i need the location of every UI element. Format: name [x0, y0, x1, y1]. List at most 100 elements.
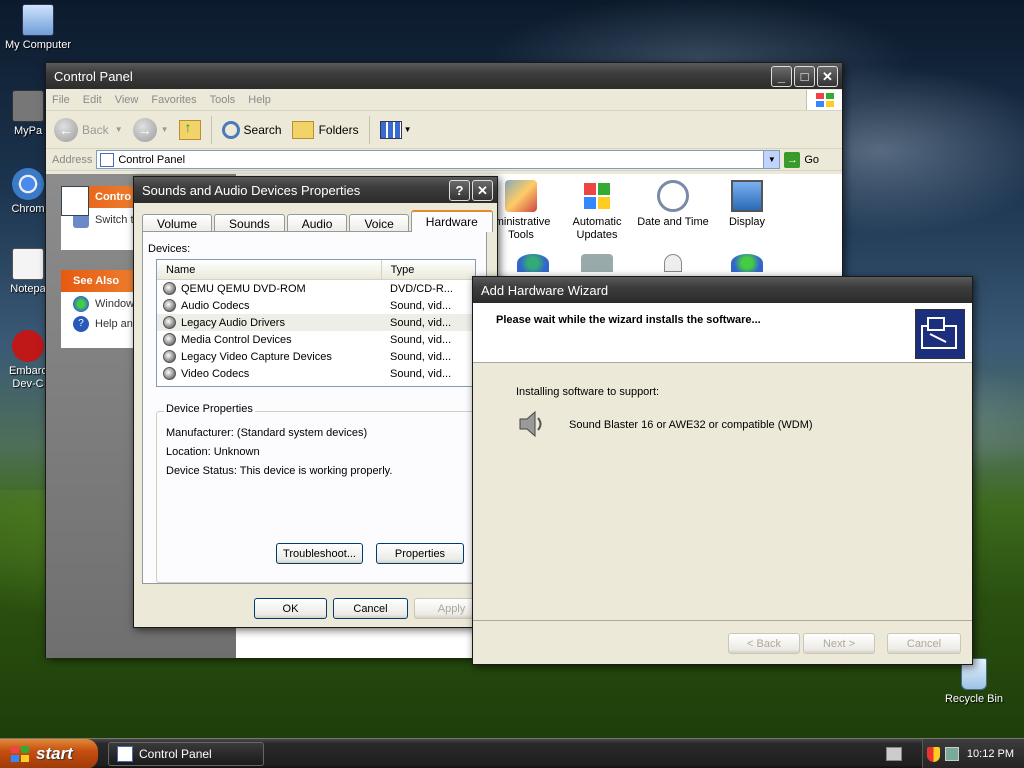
control-panel-task-icon: [117, 746, 133, 762]
menu-file[interactable]: File: [52, 94, 70, 106]
wizard-heading: Please wait while the wizard installs th…: [496, 314, 761, 326]
cp-icon-display[interactable]: Display: [712, 180, 782, 229]
folders-button[interactable]: Folders: [291, 120, 359, 139]
devices-label: Devices:: [148, 243, 191, 255]
speaker-device-icon: [163, 350, 176, 363]
forward-arrow-icon: →: [132, 117, 157, 142]
up-folder-icon: ↑: [178, 119, 201, 140]
clock-icon: [657, 180, 689, 212]
control-panel-title: Control Panel: [54, 68, 133, 84]
toolbar: ← Back ▼ → ▼ ↑ Search Folders ▼: [46, 111, 842, 149]
toolbar-separator: [368, 115, 370, 144]
taskbar-item-control-panel[interactable]: Control Panel: [108, 742, 264, 766]
add-hardware-wizard[interactable]: Add Hardware Wizard Please wait while th…: [472, 276, 973, 665]
device-row[interactable]: Media Control Devices Sound, vid...: [157, 331, 475, 348]
back-button[interactable]: < Back: [728, 633, 800, 654]
address-field[interactable]: Control Panel ▼: [96, 150, 781, 169]
system-tray: 10:12 PM: [922, 739, 1024, 768]
speaker-icon: [516, 408, 548, 440]
device-name: Sound Blaster 16 or AWE32 or compatible …: [569, 419, 813, 431]
views-icon: [379, 120, 402, 139]
administrative-tools-icon: [505, 180, 537, 212]
wizard-titlebar[interactable]: Add Hardware Wizard: [473, 277, 972, 303]
internet-options-icon: [731, 254, 763, 272]
control-panel-small-icon: [100, 152, 115, 167]
next-button[interactable]: Next >: [803, 633, 875, 654]
desktop-icon-my-computer[interactable]: My Computer: [0, 4, 76, 52]
tab-sounds[interactable]: Sounds: [214, 214, 285, 232]
manufacturer-text: Manufacturer: (Standard system devices): [166, 427, 368, 439]
toolbar-separator: [210, 115, 212, 144]
tab-hardware[interactable]: Hardware: [410, 210, 493, 232]
sounds-audio-dialog[interactable]: Sounds and Audio Devices Properties ? ✕ …: [133, 176, 498, 628]
control-panel-mini-icon: [61, 186, 89, 216]
security-shield-icon[interactable]: [926, 746, 940, 762]
device-row-selected[interactable]: Legacy Audio Drivers Sound, vid...: [157, 314, 475, 331]
menu-bar: File Edit View Favorites Tools Help: [46, 89, 842, 111]
troubleshoot-button[interactable]: Troubleshoot...: [276, 543, 363, 564]
minimize-button[interactable]: _: [771, 65, 792, 87]
menu-favorites[interactable]: Favorites: [151, 94, 196, 106]
column-name[interactable]: Name: [157, 260, 382, 279]
wizard-header: Please wait while the wizard installs th…: [473, 303, 972, 363]
network-tray-icon[interactable]: [944, 747, 959, 761]
location-text: Location: Unknown: [166, 446, 260, 458]
close-button[interactable]: ✕: [472, 179, 493, 201]
device-properties-title: Device Properties: [164, 403, 255, 415]
desktop-icon-recycle-bin[interactable]: Recycle Bin: [936, 658, 1012, 706]
tab-strip: Volume Sounds Audio Voice Hardware: [142, 210, 495, 232]
taskbar: start Control Panel 10:12 PM: [0, 738, 1024, 768]
device-row[interactable]: Video Codecs Sound, vid...: [157, 365, 475, 382]
speaker-device-icon: [163, 333, 176, 346]
computer-icon: [22, 4, 54, 36]
search-icon: [221, 120, 240, 139]
menu-help[interactable]: Help: [248, 94, 271, 106]
maximize-button[interactable]: □: [794, 65, 815, 87]
device-row[interactable]: QEMU QEMU DVD-ROM DVD/CD-R...: [157, 280, 475, 297]
tab-volume[interactable]: Volume: [142, 214, 213, 232]
ok-button[interactable]: OK: [254, 598, 327, 619]
column-type[interactable]: Type: [382, 260, 475, 279]
cp-icon-automatic-updates[interactable]: Automatic Updates: [562, 180, 632, 242]
network-icon: [517, 254, 549, 272]
devices-list[interactable]: Name Type QEMU QEMU DVD-ROM DVD/CD-R... …: [156, 259, 476, 387]
cancel-button[interactable]: Cancel: [887, 633, 961, 654]
device-row[interactable]: Legacy Video Capture Devices Sound, vid.…: [157, 348, 475, 365]
sounds-dialog-title: Sounds and Audio Devices Properties: [142, 182, 361, 198]
views-button[interactable]: ▼: [379, 120, 412, 139]
search-button[interactable]: Search: [221, 120, 282, 139]
cp-icon-row2-a[interactable]: [498, 254, 568, 274]
properties-button[interactable]: Properties: [376, 543, 464, 564]
cp-icon-row2-b[interactable]: [562, 254, 632, 274]
sounds-dialog-titlebar[interactable]: Sounds and Audio Devices Properties ? ✕: [134, 177, 497, 203]
address-dropdown-icon[interactable]: ▼: [763, 151, 780, 168]
menu-edit[interactable]: Edit: [83, 94, 102, 106]
display-icon: [731, 180, 763, 212]
speaker-device-icon: [163, 299, 176, 312]
address-value: Control Panel: [118, 153, 186, 166]
cp-icon-row2-c[interactable]: [636, 254, 710, 274]
menu-view[interactable]: View: [115, 94, 139, 106]
forward-button[interactable]: → ▼: [132, 117, 169, 142]
menu-tools[interactable]: Tools: [210, 94, 236, 106]
device-row[interactable]: Audio Codecs Sound, vid...: [157, 297, 475, 314]
keyboard-tray-icon[interactable]: [886, 747, 902, 761]
close-button[interactable]: ✕: [817, 65, 838, 87]
up-folder-button[interactable]: ↑: [178, 119, 201, 140]
clock[interactable]: 10:12 PM: [967, 748, 1014, 760]
start-button[interactable]: start: [0, 739, 98, 768]
control-panel-titlebar[interactable]: Control Panel _ □ ✕: [46, 63, 842, 89]
wizard-separator: [473, 620, 972, 621]
help-button[interactable]: ?: [449, 179, 470, 201]
cp-icon-row2-d[interactable]: [712, 254, 782, 274]
tab-voice[interactable]: Voice: [349, 214, 409, 232]
wizard-title: Add Hardware Wizard: [481, 282, 609, 298]
cancel-button[interactable]: Cancel: [333, 598, 408, 619]
address-label: Address: [52, 153, 93, 166]
tab-audio[interactable]: Audio: [286, 214, 348, 232]
address-bar: Address Control Panel ▼ → Go: [46, 149, 842, 171]
speaker-device-icon: [163, 367, 176, 380]
cp-icon-date-and-time[interactable]: Date and Time: [636, 180, 710, 229]
go-button[interactable]: → Go: [784, 151, 819, 168]
back-button[interactable]: ← Back ▼: [54, 117, 123, 142]
